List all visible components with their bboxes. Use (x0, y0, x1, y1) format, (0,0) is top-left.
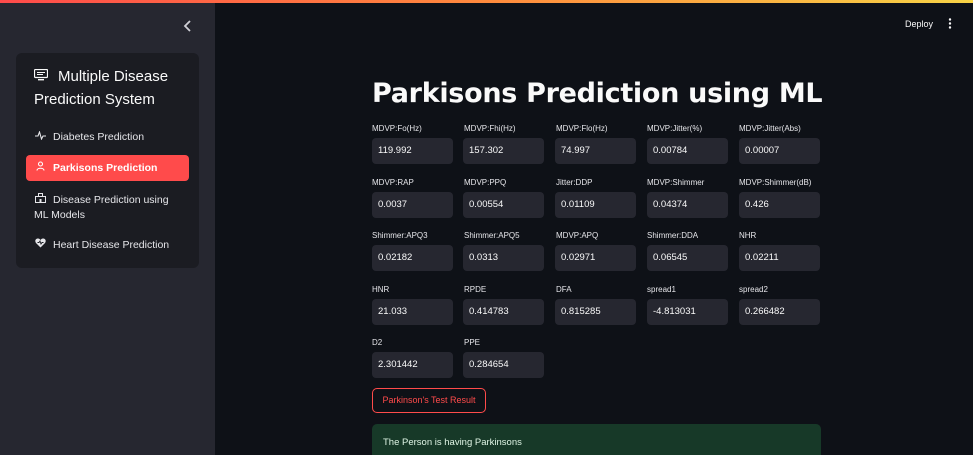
field-label: Shimmer:APQ3 (372, 231, 428, 240)
field-label: MDVP:Shimmer(dB) (739, 178, 812, 187)
field-label: MDVP:Fo(Hz) (372, 124, 422, 133)
sidebar-item-label: Disease Prediction using ML Models (34, 194, 169, 221)
input-mdvp-ppq[interactable]: 0.00554 (463, 192, 544, 218)
sidebar-item-label: Parkisons Prediction (53, 162, 158, 174)
activity-icon (34, 130, 46, 145)
input-spread1[interactable]: -4.813031 (647, 299, 728, 325)
option-menu: Multiple Disease Prediction System Diabe… (16, 53, 199, 268)
field-label: NHR (739, 231, 757, 240)
kebab-icon[interactable] (948, 18, 952, 32)
field-label: MDVP:Flo(Hz) (556, 124, 608, 133)
input-shimmer-dda[interactable]: 0.06545 (647, 245, 728, 271)
input-d2[interactable]: 2.301442 (372, 352, 453, 378)
hospital-icon (34, 193, 46, 208)
input-shimmer-apq5[interactable]: 0.0313 (463, 245, 544, 271)
test-result-button[interactable]: Parkinson's Test Result (372, 388, 486, 413)
field-label: spread2 (739, 285, 768, 294)
display-icon (33, 65, 49, 81)
sidebar-item-heart[interactable]: Heart Disease Prediction (26, 238, 189, 253)
sidebar-item-parkinsons[interactable]: Parkisons Prediction (26, 155, 189, 181)
input-mdvp-jitter-pct[interactable]: 0.00784 (647, 138, 728, 164)
input-ppe[interactable]: 0.284654 (463, 352, 544, 378)
input-dfa[interactable]: 0.815285 (555, 299, 636, 325)
field-label: DFA (556, 285, 572, 294)
input-rpde[interactable]: 0.414783 (463, 299, 544, 325)
input-mdvp-fo[interactable]: 119.992 (372, 138, 453, 164)
input-mdvp-rap[interactable]: 0.0037 (372, 192, 453, 218)
sidebar-item-label: Heart Disease Prediction (53, 239, 170, 251)
input-spread2[interactable]: 0.266482 (739, 299, 820, 325)
input-mdvp-fhi[interactable]: 157.302 (463, 138, 544, 164)
field-label: Shimmer:APQ5 (464, 231, 520, 240)
field-label: RPDE (464, 285, 487, 294)
field-label: MDVP:APQ (556, 231, 599, 240)
page-title: Parkisons Prediction using ML (372, 78, 823, 109)
field-label: MDVP:PPQ (464, 178, 507, 187)
field-label: Jitter:DDP (556, 178, 593, 187)
success-alert: The Person is having Parkinsons (372, 424, 821, 455)
heart-icon (34, 238, 46, 253)
chevron-left-icon[interactable] (180, 19, 196, 35)
input-nhr[interactable]: 0.02211 (739, 245, 820, 271)
sidebar-item-diabetes[interactable]: Diabetes Prediction (26, 130, 189, 145)
field-label: MDVP:Jitter(%) (647, 124, 703, 133)
field-label: spread1 (647, 285, 676, 294)
field-label: MDVP:Fhi(Hz) (464, 124, 516, 133)
input-mdvp-jitter-abs[interactable]: 0.00007 (739, 138, 820, 164)
sidebar-item-disease-ml[interactable]: Disease Prediction using ML Models (26, 193, 189, 222)
input-hnr[interactable]: 21.033 (372, 299, 453, 325)
result-message: The Person is having Parkinsons (383, 437, 522, 448)
deploy-button[interactable]: Deploy (905, 19, 933, 29)
field-label: HNR (372, 285, 390, 294)
input-mdvp-shimmer-db[interactable]: 0.426 (739, 192, 820, 218)
field-label: PPE (464, 338, 481, 347)
field-label: Shimmer:DDA (647, 231, 699, 240)
input-shimmer-apq3[interactable]: 0.02182 (372, 245, 453, 271)
input-mdvp-shimmer[interactable]: 0.04374 (647, 192, 728, 218)
menu-title: Multiple Disease Prediction System (33, 65, 194, 111)
input-jitter-ddp[interactable]: 0.01109 (555, 192, 636, 218)
sidebar: Multiple Disease Prediction System Diabe… (0, 3, 215, 455)
field-label: MDVP:Jitter(Abs) (739, 124, 801, 133)
field-label: MDVP:RAP (372, 178, 414, 187)
field-label: D2 (372, 338, 383, 347)
input-mdvp-apq[interactable]: 0.02971 (555, 245, 636, 271)
field-label: MDVP:Shimmer (647, 178, 705, 187)
person-icon (34, 156, 46, 182)
sidebar-item-label: Diabetes Prediction (53, 131, 145, 143)
input-mdvp-flo[interactable]: 74.997 (555, 138, 636, 164)
